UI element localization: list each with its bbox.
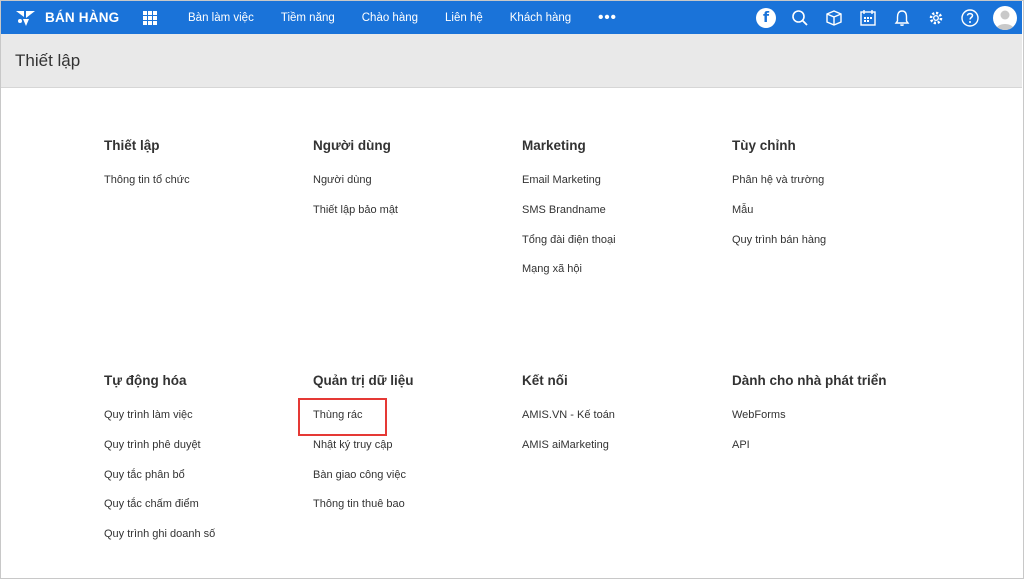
section-title: Thiết lập (104, 138, 160, 153)
page-title: Thiết lập (15, 51, 81, 70)
setting-link-quy-tac-cham-diem[interactable]: Quy tắc chấm điểm (104, 498, 215, 528)
nav-item-lien-he[interactable]: Liên hệ (445, 12, 483, 24)
nav-item-khach-hang[interactable]: Khách hàng (510, 12, 571, 24)
nav-item-tiem-nang[interactable]: Tiềm năng (281, 12, 335, 24)
highlight-box (298, 398, 387, 436)
facebook-glyph: f (756, 7, 776, 28)
more-menu-icon[interactable]: ••• (598, 9, 617, 26)
section-title: Người dùng (313, 138, 391, 153)
setting-link-ban-giao-cong-viec[interactable]: Bàn giao công việc (313, 469, 414, 499)
setting-link-sms-brandname[interactable]: SMS Brandname (522, 204, 616, 234)
box-icon[interactable] (823, 7, 845, 29)
setting-link-quy-trinh-ghi-doanh-so[interactable]: Quy trình ghi doanh số (104, 528, 215, 558)
setting-link-email-marketing[interactable]: Email Marketing (522, 174, 616, 204)
setting-link-amis-ke-toan[interactable]: AMIS.VN - Kế toán (522, 409, 615, 439)
section-title: Marketing (522, 138, 586, 153)
search-icon[interactable] (789, 7, 811, 29)
setting-link-tong-dai-dien-thoai[interactable]: Tổng đài điện thoại (522, 234, 616, 264)
section-title: Dành cho nhà phát triển (732, 373, 887, 388)
setting-link-phan-he-va-truong[interactable]: Phân hệ và trường (732, 174, 826, 204)
setting-link-nhat-ky-truy-cap[interactable]: Nhật ký truy cập (313, 439, 414, 469)
section-danh-cho-nha-phat-trien: Dành cho nhà phát triển WebForms API (732, 373, 887, 469)
brand-name: BÁN HÀNG (45, 10, 120, 25)
setting-link-mang-xa-hoi[interactable]: Mạng xã hội (522, 263, 616, 293)
setting-link-mau[interactable]: Mẫu (732, 204, 826, 234)
help-icon[interactable] (959, 7, 981, 29)
setting-link-quy-trinh-phe-duyet[interactable]: Quy trình phê duyệt (104, 439, 215, 469)
nav-item-ban-lam-viec[interactable]: Bàn làm việc (188, 12, 254, 24)
bell-icon[interactable] (891, 7, 913, 29)
avatar[interactable] (993, 5, 1017, 30)
setting-link-nguoi-dung[interactable]: Người dùng (313, 174, 398, 204)
section-tuy-chinh: Tùy chỉnh Phân hệ và trường Mẫu Quy trìn… (732, 138, 826, 263)
setting-link-api[interactable]: API (732, 439, 887, 469)
nav-item-chao-hang[interactable]: Chào hàng (362, 12, 418, 24)
section-nguoi-dung: Người dùng Người dùng Thiết lập bảo mật (313, 138, 398, 234)
setting-link-quy-trinh-ban-hang[interactable]: Quy trình bán hàng (732, 234, 826, 264)
section-marketing: Marketing Email Marketing SMS Brandname … (522, 138, 616, 293)
app-grid-icon[interactable] (143, 10, 157, 25)
setting-link-thong-tin-to-chuc[interactable]: Thông tin tổ chức (104, 174, 190, 204)
setting-link-quy-trinh-lam-viec[interactable]: Quy trình làm việc (104, 409, 215, 439)
section-title: Quản trị dữ liệu (313, 373, 414, 388)
gear-icon[interactable] (925, 7, 947, 29)
section-title: Tùy chỉnh (732, 138, 796, 153)
section-title: Kết nối (522, 373, 568, 388)
brand[interactable]: BÁN HÀNG (15, 9, 142, 27)
main-nav: Bàn làm việc Tiềm năng Chào hàng Liên hệ… (188, 9, 617, 26)
top-navbar: BÁN HÀNG Bàn làm việc Tiềm năng Chào hàn… (1, 1, 1022, 34)
section-tu-dong-hoa: Tự động hóa Quy trình làm việc Quy trình… (104, 373, 215, 558)
toolbar-icons: f (755, 1, 1022, 34)
setting-link-thiet-lap-bao-mat[interactable]: Thiết lập bảo mật (313, 204, 398, 234)
setting-link-webforms[interactable]: WebForms (732, 409, 887, 439)
section-title: Tự động hóa (104, 373, 187, 388)
setting-link-amis-aimarketing[interactable]: AMIS aiMarketing (522, 439, 615, 469)
section-quan-tri-du-lieu: Quản trị dữ liệu Thùng rác Nhật ký truy … (313, 373, 414, 528)
facebook-icon[interactable]: f (755, 7, 777, 29)
page-header: Thiết lập (1, 34, 1022, 88)
brand-logo-icon (16, 10, 35, 26)
calendar-icon[interactable] (857, 7, 879, 29)
setting-link-quy-tac-phan-bo[interactable]: Quy tắc phân bổ (104, 469, 215, 499)
setting-link-thong-tin-thue-bao[interactable]: Thông tin thuê bao (313, 498, 414, 528)
section-ket-noi: Kết nối AMIS.VN - Kế toán AMIS aiMarketi… (522, 373, 615, 469)
section-thiet-lap: Thiết lập Thông tin tổ chức (104, 138, 190, 204)
